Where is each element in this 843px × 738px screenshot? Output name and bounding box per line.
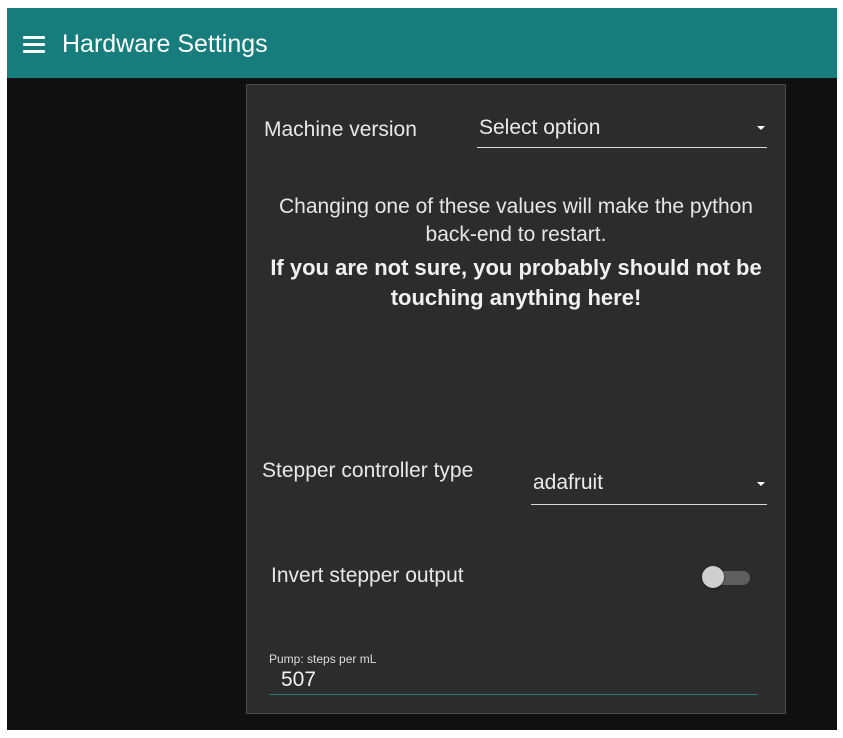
dropdown-caret-icon xyxy=(757,126,765,130)
invert-stepper-output-toggle[interactable] xyxy=(702,565,756,589)
menu-icon-bar xyxy=(23,36,45,39)
machine-version-value: Select option xyxy=(479,116,601,139)
machine-version-label: Machine version xyxy=(264,118,417,141)
stepper-controller-type-label: Stepper controller type xyxy=(262,459,474,482)
dropdown-caret-icon xyxy=(757,482,765,486)
menu-icon-bar xyxy=(23,43,45,46)
hamburger-menu-icon[interactable] xyxy=(19,29,51,59)
stepper-controller-type-value: adafruit xyxy=(533,471,604,494)
app-window: Hardware Settings Machine version Select… xyxy=(7,8,837,730)
page-title: Hardware Settings xyxy=(62,30,268,58)
machine-version-select[interactable]: Select option xyxy=(477,113,767,148)
pump-steps-per-ml-label: Pump: steps per mL xyxy=(269,652,377,666)
menu-icon-bar xyxy=(23,50,45,53)
hardware-settings-panel: Machine version Select option Changing o… xyxy=(246,84,786,714)
toggle-thumb xyxy=(702,566,724,588)
stepper-controller-type-select[interactable]: adafruit xyxy=(531,467,767,505)
restart-warning: Changing one of these values will make t… xyxy=(261,193,771,313)
restart-warning-emphasis: If you are not sure, you probably should… xyxy=(270,255,762,310)
restart-warning-text: Changing one of these values will make t… xyxy=(279,195,753,246)
invert-stepper-output-label: Invert stepper output xyxy=(271,564,464,587)
pump-steps-per-ml-input[interactable] xyxy=(269,665,757,695)
app-bar: Hardware Settings xyxy=(7,8,837,78)
